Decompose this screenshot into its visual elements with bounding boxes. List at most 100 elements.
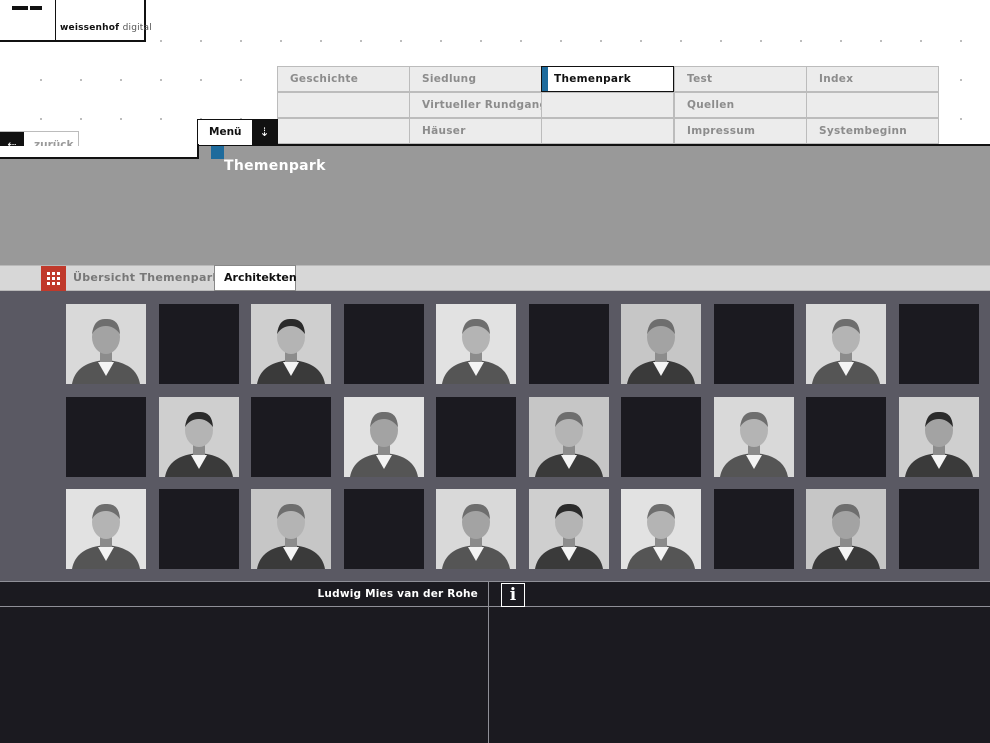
menu-item-quellen[interactable]: Quellen: [674, 92, 807, 118]
empty-tile: [344, 304, 424, 384]
menu-empty-cell: [541, 92, 674, 118]
empty-tile: [899, 489, 979, 569]
dot: [440, 40, 442, 42]
menu-item-virtueller-rundgang[interactable]: Virtueller Rundgang: [409, 92, 547, 118]
dot: [240, 40, 242, 42]
dot: [160, 40, 162, 42]
divider: [197, 144, 199, 159]
empty-tile: [436, 397, 516, 477]
page-header: Themenpark: [0, 146, 990, 265]
dot: [680, 40, 682, 42]
divider: [0, 606, 990, 607]
empty-tile: [159, 304, 239, 384]
logo[interactable]: weissenhof digital: [0, 0, 152, 42]
dot: [800, 40, 802, 42]
architect-portrait[interactable]: [66, 304, 146, 384]
logo-mark-icon: [0, 0, 56, 40]
logo-brand: weissenhof: [60, 23, 120, 33]
empty-tile: [621, 397, 701, 477]
empty-tile: [714, 304, 794, 384]
menu-item-siedlung[interactable]: Siedlung: [409, 66, 542, 92]
empty-tile: [159, 489, 239, 569]
tab-overview[interactable]: Übersicht Themenpark: [73, 266, 220, 290]
menu-button[interactable]: Menü ⇣: [197, 119, 278, 146]
dot: [320, 40, 322, 42]
dot: [760, 40, 762, 42]
architect-portrait[interactable]: [529, 397, 609, 477]
empty-tile: [714, 489, 794, 569]
menu-item-geschichte[interactable]: Geschichte: [277, 66, 410, 92]
grid-dot: [57, 282, 60, 285]
dot: [80, 118, 82, 120]
dot: [120, 79, 122, 81]
dot: [280, 40, 282, 42]
dot: [400, 40, 402, 42]
menu-item-themenpark[interactable]: Themenpark: [541, 66, 674, 92]
empty-tile: [344, 489, 424, 569]
architect-portrait[interactable]: [806, 304, 886, 384]
main-menu: Geschichte Siedlung Themenpark Test Index Vir…: [277, 66, 939, 145]
dot: [960, 40, 962, 42]
menu-empty-cell: [277, 92, 410, 118]
architect-portrait[interactable]: [251, 489, 331, 569]
empty-tile: [899, 304, 979, 384]
menu-item-impressum[interactable]: Impressum: [674, 118, 807, 144]
architect-portrait[interactable]: [66, 489, 146, 569]
menu-empty-cell: [541, 118, 674, 144]
menu-empty-cell: [806, 92, 939, 118]
menu-item-häuser[interactable]: Häuser: [409, 118, 542, 144]
architect-portrait[interactable]: [899, 397, 979, 477]
architect-portrait[interactable]: [806, 489, 886, 569]
dot: [200, 79, 202, 81]
grid-dot: [47, 277, 50, 280]
menu-item-systembeginn[interactable]: Systembeginn: [806, 118, 939, 144]
dot: [40, 118, 42, 120]
dot: [720, 40, 722, 42]
dot: [80, 79, 82, 81]
architect-portrait[interactable]: [714, 397, 794, 477]
grid-dot: [52, 277, 55, 280]
empty-tile: [529, 304, 609, 384]
divider: [0, 157, 198, 159]
selected-architect-name: Ludwig Mies van der Rohe: [317, 588, 478, 600]
dot: [600, 40, 602, 42]
divider: [278, 144, 990, 146]
dot: [560, 40, 562, 42]
dot: [920, 40, 922, 42]
grid-overview-icon[interactable]: [41, 266, 66, 291]
architect-portrait[interactable]: [529, 489, 609, 569]
grid-dot: [47, 282, 50, 285]
dot: [240, 79, 242, 81]
grid-dot: [57, 272, 60, 275]
dot: [960, 118, 962, 120]
empty-tile: [66, 397, 146, 477]
architect-portrait[interactable]: [344, 397, 424, 477]
architect-portrait[interactable]: [251, 304, 331, 384]
tab-architects[interactable]: Architekten: [214, 265, 297, 291]
dot: [200, 40, 202, 42]
divider: [488, 581, 489, 743]
menu-empty-cell: [277, 118, 410, 144]
architect-portrait[interactable]: [436, 304, 516, 384]
dot: [640, 40, 642, 42]
empty-tile: [251, 397, 331, 477]
menu-item-index[interactable]: Index: [806, 66, 939, 92]
architect-portrait[interactable]: [621, 489, 701, 569]
empty-tile: [806, 397, 886, 477]
accent-marker: [211, 146, 224, 159]
grid-dot: [52, 282, 55, 285]
info-icon[interactable]: i: [501, 583, 525, 607]
dot: [880, 40, 882, 42]
dot: [840, 40, 842, 42]
logo-text: weissenhof digital: [60, 23, 152, 33]
dot: [160, 79, 162, 81]
architect-portrait[interactable]: [159, 397, 239, 477]
architect-portrait[interactable]: [621, 304, 701, 384]
dot: [360, 40, 362, 42]
grid-dot: [52, 272, 55, 275]
dot: [160, 118, 162, 120]
architect-portrait[interactable]: [436, 489, 516, 569]
dot: [960, 79, 962, 81]
dot: [480, 40, 482, 42]
menu-item-test[interactable]: Test: [674, 66, 807, 92]
